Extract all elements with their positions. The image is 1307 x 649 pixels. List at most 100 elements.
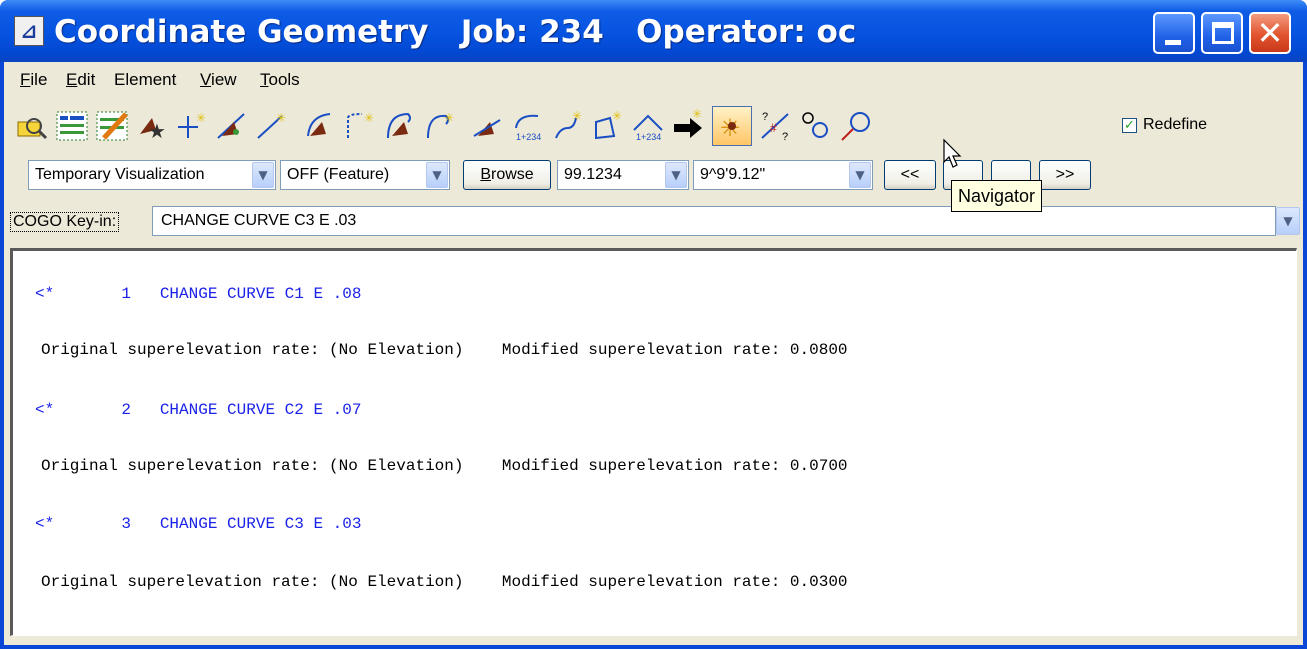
minimize-button[interactable] <box>1153 12 1195 54</box>
browse-button[interactable]: Browse <box>463 160 551 190</box>
locate-point-tool[interactable] <box>12 106 52 146</box>
point-star-icon: ★ <box>140 118 166 143</box>
query-tool[interactable]: ?? # <box>756 106 796 146</box>
chevron-down-icon[interactable]: ▼ <box>426 162 448 188</box>
output-command-line: <* 1 CHANGE CURVE C1 E .08 <box>35 285 362 303</box>
import-tool[interactable]: ✳ <box>668 106 708 146</box>
store-profile-tool[interactable]: 1+234 <box>508 106 548 146</box>
line-pick-icon <box>217 113 245 139</box>
output-log[interactable]: <* 1 CHANGE CURVE C1 E .08 Original supe… <box>10 248 1297 636</box>
svg-text:✳: ✳ <box>444 111 454 125</box>
profile-new-icon: 1+234 <box>633 114 663 142</box>
new-parcel-tool[interactable]: ✳ <box>588 106 628 146</box>
point-curve-tool[interactable] <box>796 106 836 146</box>
svg-text:✳: ✳ <box>612 109 622 123</box>
locate-curve-tool[interactable] <box>836 106 876 146</box>
navigator-tool[interactable]: ✳ <box>712 106 752 146</box>
list-points-tool[interactable] <box>52 106 92 146</box>
close-icon: ✕ <box>1256 14 1284 52</box>
chevron-down-icon[interactable]: ▼ <box>252 162 274 188</box>
chain-new-icon: ✳ <box>555 109 582 139</box>
cogo-toolbar: ★ ✳ ✳ ✳ ✳ 1+234 ✳ ✳ 1+234 ✳ ? ? # ✓ Rede… <box>4 102 1303 152</box>
parcel-icon: ✳ <box>595 109 622 140</box>
output-result-line: Original superelevation rate: (No Elevat… <box>41 573 848 591</box>
curve-pick-icon <box>307 113 331 137</box>
navigator-icon: ✳ <box>720 115 740 142</box>
navigator-tooltip: Navigator <box>951 180 1043 212</box>
new-spiral-tool[interactable]: ✳ <box>420 106 460 146</box>
svg-text:★: ★ <box>148 121 166 143</box>
options-row: Temporary Visualization ▼ OFF (Feature) … <box>4 160 1303 194</box>
menu-view[interactable]: View <box>200 70 237 90</box>
line-new-icon: ✳ <box>257 111 286 139</box>
query-icon: ??# <box>761 111 789 143</box>
menu-bar: File Edit Element View Tools <box>4 62 1303 98</box>
svg-text:✳: ✳ <box>276 111 286 125</box>
maximize-button[interactable] <box>1201 12 1243 54</box>
new-point-tool[interactable]: ✳ <box>172 106 212 146</box>
circle-point-icon <box>802 112 828 138</box>
edit-list-icon <box>96 111 128 141</box>
redefine-toggle[interactable]: ✓ Redefine <box>1122 116 1207 134</box>
menu-element[interactable]: Element <box>114 70 176 90</box>
keyin-input[interactable]: CHANGE CURVE C3 E .03 <box>152 206 1276 236</box>
store-spiral-tool[interactable] <box>380 106 420 146</box>
maximize-icon <box>1212 22 1234 44</box>
close-button[interactable]: ✕ <box>1249 12 1291 54</box>
menu-file[interactable]: File <box>20 70 47 90</box>
ruler-icon[interactable]: ⊿ <box>14 16 44 46</box>
distance-value: 99.1234 <box>564 166 622 183</box>
store-chain-tool[interactable] <box>468 106 508 146</box>
svg-text:#: # <box>770 121 777 135</box>
cogo-window: ⊿ Coordinate Geometry Job: 234 Operator:… <box>0 0 1307 649</box>
store-line-tool[interactable] <box>212 106 252 146</box>
chain-pick-icon <box>473 119 501 137</box>
arrow-right-icon: ✳ <box>674 108 702 138</box>
feature-mode-value: OFF (Feature) <box>287 166 390 183</box>
previous-button[interactable]: << <box>884 160 936 190</box>
spiral-new-icon: ✳ <box>427 111 454 139</box>
angle-value: 9^9'9.12" <box>700 166 766 183</box>
store-curve-tool[interactable] <box>300 106 340 146</box>
new-profile-tool[interactable]: 1+234 <box>628 106 668 146</box>
crosshair-icon: ✳ <box>178 111 206 138</box>
distance-select[interactable]: 99.1234 ▼ <box>557 160 689 190</box>
new-curve-tool[interactable]: ✳ <box>340 106 380 146</box>
svg-text:✳: ✳ <box>572 109 582 123</box>
list-icon <box>56 111 88 141</box>
output-result-line: Original superelevation rate: (No Elevat… <box>41 457 848 475</box>
output-command-line: <* 3 CHANGE CURVE C3 E .03 <box>35 515 362 533</box>
new-chain-tool[interactable]: ✳ <box>548 106 588 146</box>
client-area: File Edit Element View Tools ★ ✳ ✳ ✳ ✳ 1… <box>4 62 1303 645</box>
redefine-checkbox[interactable]: ✓ <box>1122 117 1137 133</box>
menu-edit[interactable]: Edit <box>66 70 95 90</box>
keyin-label: COGO Key-in: <box>10 212 120 232</box>
visualization-select[interactable]: Temporary Visualization ▼ <box>28 160 276 190</box>
next-button[interactable]: >> <box>1039 160 1091 190</box>
chevron-down-icon[interactable]: ▼ <box>1276 207 1300 235</box>
locate-icon <box>17 118 48 140</box>
mouse-cursor-icon <box>943 138 962 168</box>
visualization-value: Temporary Visualization <box>35 166 205 183</box>
output-command-line: <* 2 CHANGE CURVE C2 E .07 <box>35 401 362 419</box>
svg-text:1+234: 1+234 <box>516 132 541 142</box>
chevron-down-icon[interactable]: ▼ <box>665 162 687 188</box>
edit-points-tool[interactable] <box>92 106 132 146</box>
magnifier-icon <box>841 112 870 141</box>
store-point-tool[interactable]: ★ <box>132 106 172 146</box>
curve-new-icon: ✳ <box>347 111 374 138</box>
title-bar[interactable]: ⊿ Coordinate Geometry Job: 234 Operator:… <box>0 0 1307 62</box>
chevron-down-icon[interactable]: ▼ <box>849 162 871 188</box>
redefine-label: Redefine <box>1143 116 1208 133</box>
minimize-icon <box>1165 40 1181 45</box>
svg-text:✳: ✳ <box>364 111 374 125</box>
feature-mode-select[interactable]: OFF (Feature) ▼ <box>280 160 450 190</box>
keyin-row: COGO Key-in: CHANGE CURVE C3 E .03 ▼ <box>4 206 1303 238</box>
svg-text:✳: ✳ <box>196 111 206 125</box>
svg-text:✳: ✳ <box>692 108 702 121</box>
new-line-tool[interactable]: ✳ <box>252 106 292 146</box>
profile-icon: 1+234 <box>515 114 541 142</box>
window-title: Coordinate Geometry Job: 234 Operator: o… <box>54 14 857 50</box>
angle-select[interactable]: 9^9'9.12" ▼ <box>693 160 873 190</box>
menu-tools[interactable]: Tools <box>260 70 300 90</box>
